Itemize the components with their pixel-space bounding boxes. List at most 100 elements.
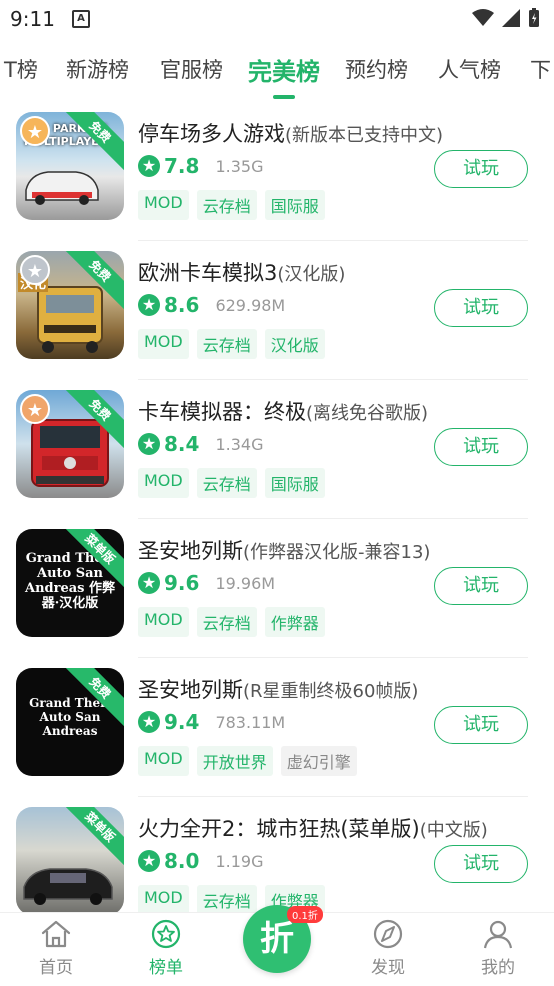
nav-mine[interactable]: 我的 (458, 919, 538, 978)
try-play-button[interactable]: 试玩 (434, 567, 528, 605)
tab-official[interactable]: 官服榜 (160, 54, 223, 84)
game-row[interactable]: CAR PARKING MULTIPLAYER 免费 ★ 停车场多人游戏(新版本… (0, 102, 554, 241)
game-score: 8.6 (164, 293, 200, 317)
tag: 云存档 (196, 468, 257, 498)
game-row[interactable]: 汉化 免费 ★ 欧洲卡车模拟3(汉化版) ★ 8.6 629.98M MOD 云… (0, 241, 554, 380)
status-time: 9:11 (10, 7, 55, 31)
game-score: 8.4 (164, 432, 200, 456)
tab-reserve[interactable]: 预约榜 (345, 54, 408, 84)
try-play-button[interactable]: 试玩 (434, 845, 528, 883)
battery-icon (529, 8, 539, 27)
game-thumbnail[interactable]: Grand Theft Auto San Andreas 免费 (16, 668, 124, 776)
game-meta: ★ 8.6 629.98M (138, 293, 285, 317)
nav-label: 首页 (39, 958, 73, 978)
game-title[interactable]: 圣安地列斯(作弊器汉化版-兼容13) (138, 535, 430, 565)
tag: MOD (138, 190, 189, 220)
game-tags: MOD 云存档 国际服 (138, 190, 325, 220)
tag: 国际服 (264, 468, 325, 498)
home-icon (41, 920, 71, 948)
game-size: 19.96M (215, 573, 276, 593)
game-size: 1.19G (215, 851, 264, 871)
game-meta: ★ 7.8 1.35G (138, 154, 263, 178)
game-row[interactable]: Grand Theft Auto San Andreas 免费 圣安地列斯(R星… (0, 658, 554, 797)
status-bar: 9:11 A (0, 0, 554, 40)
car-art (23, 868, 113, 905)
star-circle-icon (151, 919, 181, 949)
tag: 云存档 (196, 885, 257, 912)
nav-label: 发现 (371, 958, 405, 978)
game-title[interactable]: 欧洲卡车模拟3(汉化版) (138, 257, 345, 287)
game-thumbnail[interactable]: 菜单版 (16, 807, 124, 912)
tag: 国际服 (264, 190, 325, 220)
game-row[interactable]: Grand Theft Auto San Andreas 作弊器·汉化版 菜单版… (0, 519, 554, 658)
game-title[interactable]: 圣安地列斯(R星重制终极60帧版) (138, 674, 418, 704)
tag: 云存档 (196, 607, 257, 637)
tag: MOD (138, 329, 189, 359)
game-tags: MOD 开放世界 虚幻引擎 (138, 746, 357, 776)
star-icon: ★ (138, 155, 160, 177)
signal-icon (502, 9, 520, 27)
tag: 云存档 (196, 329, 257, 359)
game-size: 783.11M (215, 712, 286, 732)
truck-art (31, 419, 109, 487)
nav-home[interactable]: 首页 (16, 919, 96, 978)
game-title[interactable]: 停车场多人游戏(新版本已支持中文) (138, 118, 443, 148)
tab-perfect[interactable]: 完美榜 (248, 52, 320, 87)
user-icon (483, 920, 513, 949)
game-thumbnail[interactable]: Grand Theft Auto San Andreas 作弊器·汉化版 菜单版 (16, 529, 124, 637)
bottom-nav: 首页 榜单 折 0.1折 发现 我的 (0, 905, 554, 986)
game-row[interactable]: 菜单版 火力全开2：城市狂热(菜单版)(中文版) ★ 8.0 1.19G MOD… (0, 797, 554, 912)
try-play-button[interactable]: 试玩 (434, 706, 528, 744)
game-meta: ★ 9.4 783.11M (138, 710, 285, 734)
tag: MOD (138, 607, 189, 637)
tab-new-games[interactable]: 新游榜 (66, 54, 129, 84)
game-list: CAR PARKING MULTIPLAYER 免费 ★ 停车场多人游戏(新版本… (0, 102, 554, 912)
try-play-button[interactable]: 试玩 (434, 428, 528, 466)
game-score: 7.8 (164, 154, 200, 178)
game-tags: MOD 云存档 国际服 (138, 468, 325, 498)
try-play-button[interactable]: 试玩 (434, 150, 528, 188)
game-size: 1.34G (215, 434, 264, 454)
nav-ranking[interactable]: 榜单 (126, 919, 206, 978)
tag: MOD (138, 468, 189, 498)
tab-active-indicator (273, 95, 295, 99)
wifi-icon (472, 9, 494, 26)
tag: 虚幻引擎 (280, 746, 357, 776)
game-thumbnail[interactable]: CAR PARKING MULTIPLAYER 免费 ★ (16, 112, 124, 220)
tag: MOD (138, 746, 189, 776)
game-thumbnail[interactable]: 汉化 免费 ★ (16, 251, 124, 359)
truck-art (37, 286, 103, 353)
game-title[interactable]: 卡车模拟器：终极(离线免谷歌版) (138, 396, 428, 426)
nav-discover[interactable]: 发现 (348, 919, 428, 978)
star-icon: ★ (138, 294, 160, 316)
tag: 作弊器 (264, 607, 325, 637)
car-art (25, 171, 99, 205)
status-icons (472, 8, 540, 28)
tab-next[interactable]: 下 (530, 54, 551, 84)
game-title[interactable]: 火力全开2：城市狂热(菜单版)(中文版) (138, 813, 488, 843)
game-score: 9.6 (164, 571, 200, 595)
discount-badge: 0.1折 (287, 906, 323, 923)
star-icon: ★ (138, 433, 160, 455)
star-icon: ★ (138, 711, 160, 733)
game-size: 629.98M (215, 295, 286, 315)
compass-icon (373, 919, 403, 949)
tag: 开放世界 (196, 746, 273, 776)
tag: MOD (138, 885, 189, 912)
tab-prev[interactable]: T榜 (4, 54, 38, 84)
game-thumbnail[interactable]: 免费 ★ (16, 390, 124, 498)
notification-icon: A (72, 10, 90, 28)
game-score: 9.4 (164, 710, 200, 734)
game-meta: ★ 8.0 1.19G (138, 849, 263, 873)
try-play-button[interactable]: 试玩 (434, 289, 528, 327)
star-icon: ★ (138, 850, 160, 872)
tab-popular[interactable]: 人气榜 (438, 54, 501, 84)
game-meta: ★ 9.6 19.96M (138, 571, 275, 595)
tag: 汉化版 (264, 329, 325, 359)
game-row[interactable]: 免费 ★ 卡车模拟器：终极(离线免谷歌版) ★ 8.4 1.34G MOD 云存… (0, 380, 554, 519)
game-size: 1.35G (215, 156, 264, 176)
game-tags: MOD 云存档 汉化版 (138, 329, 325, 359)
nav-label: 我的 (481, 958, 515, 978)
game-tags: MOD 云存档 作弊器 (138, 607, 325, 637)
game-score: 8.0 (164, 849, 200, 873)
